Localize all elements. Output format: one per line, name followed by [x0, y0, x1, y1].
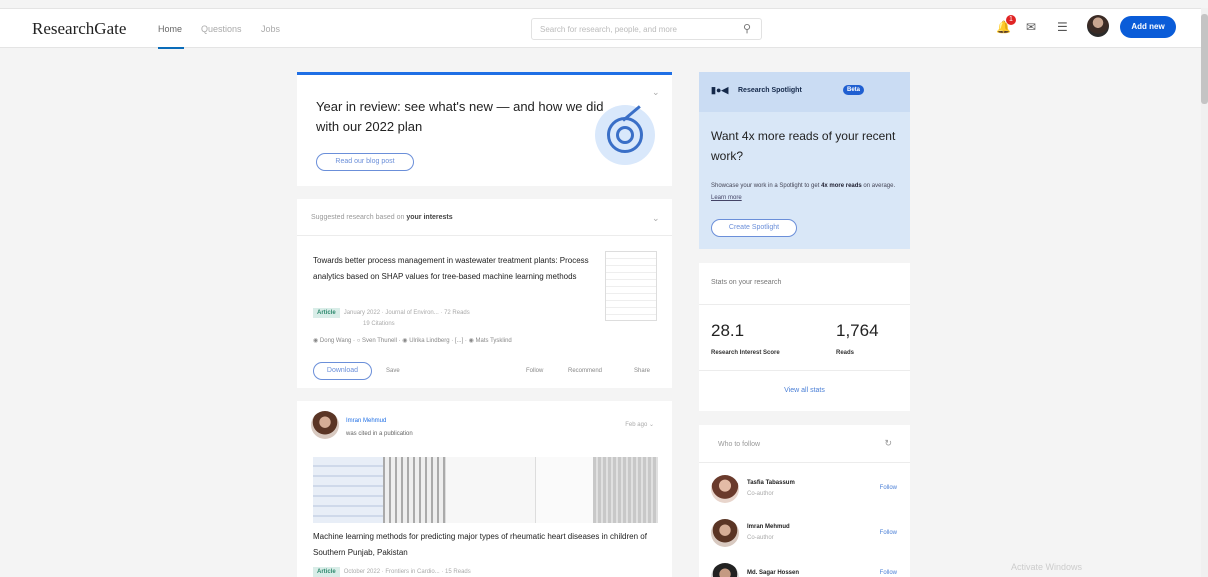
- stats-card: Stats on your research 28.1 Research Int…: [699, 263, 910, 411]
- download-button[interactable]: Download: [313, 362, 372, 380]
- notification-badge: 1: [1006, 15, 1016, 25]
- paper-meta: Article January 2022 · Journal of Environ…: [313, 308, 470, 318]
- person-name[interactable]: Tasfia Tabassum: [747, 480, 795, 486]
- author-icon: ◉: [402, 338, 408, 344]
- mail-icon[interactable]: ✉: [1026, 20, 1036, 34]
- nav-jobs[interactable]: Jobs: [261, 24, 280, 34]
- chat-icon[interactable]: ☰: [1057, 20, 1068, 34]
- activate-windows-watermark: Activate Windows: [1011, 562, 1083, 572]
- author-icon: ◉: [468, 338, 474, 344]
- feed-paper-meta: Article October 2022 · Frontiers in Cardi…: [313, 567, 471, 577]
- spotlight-logo-icon: ▮●◀: [711, 85, 729, 95]
- research-spotlight-card: ▮●◀ Research Spotlight Beta Want 4x more…: [699, 72, 910, 249]
- person-avatar[interactable]: [711, 475, 739, 503]
- read-blog-button[interactable]: Read our blog post: [316, 153, 414, 171]
- reads-label: Reads: [836, 350, 855, 356]
- follow-person-button[interactable]: Follow: [880, 530, 897, 536]
- share-button[interactable]: Share: [634, 368, 650, 374]
- create-spotlight-button[interactable]: Create Spotlight: [711, 219, 797, 237]
- save-button[interactable]: Save: [386, 368, 400, 374]
- article-tag: Article: [313, 308, 340, 318]
- paper-authors: ◉ Dong Wang · ○ Sven Thunell · ◉ Ulrika …: [313, 338, 512, 344]
- learn-more-link[interactable]: Learn more: [711, 195, 742, 201]
- scrollbar-thumb[interactable]: [1201, 14, 1208, 104]
- suggested-heading: Suggested research based on your interes…: [311, 214, 453, 221]
- target-icon: [595, 105, 655, 165]
- active-nav-indicator: [158, 47, 184, 49]
- person-avatar[interactable]: [711, 563, 739, 577]
- beta-badge: Beta: [843, 85, 865, 95]
- spotlight-headline: Want 4x more reads of your recent work?: [711, 129, 896, 163]
- spotlight-description: Showcase your work in a Spotlight to get…: [711, 183, 896, 201]
- author-icon: ○: [356, 338, 361, 344]
- recommend-button[interactable]: Recommend: [568, 368, 602, 374]
- search-input[interactable]: Search for research, people, and more ⚲: [531, 18, 762, 40]
- research-interest-score-value: 28.1: [711, 321, 745, 340]
- person-name[interactable]: Md. Sagar Hossen: [747, 570, 799, 576]
- follow-person-button[interactable]: Follow: [880, 485, 897, 491]
- search-icon[interactable]: ⚲: [743, 22, 751, 35]
- person-role: Co-author: [747, 535, 774, 541]
- author-name[interactable]: Imran Mehmud: [346, 418, 386, 424]
- divider: [699, 462, 910, 463]
- figure-preview-strip[interactable]: [313, 457, 658, 523]
- article-tag: Article: [313, 567, 340, 577]
- divider: [699, 370, 910, 371]
- top-navigation-bar: ResearchGate Home Questions Jobs Search …: [0, 8, 1208, 49]
- divider: [297, 235, 672, 236]
- year-in-review-title: Year in review: see what's new — and how…: [316, 99, 604, 134]
- chevron-down-icon[interactable]: ⌄: [652, 87, 660, 98]
- paper-citations: 19 Citations: [363, 321, 395, 327]
- feed-time: Feb ago ⌄: [625, 422, 654, 428]
- author-avatar[interactable]: [311, 411, 339, 439]
- feed-item-card: Imran Mehmud was cited in a publication …: [297, 401, 672, 577]
- reads-value: 1,764: [836, 321, 879, 340]
- person-avatar[interactable]: [711, 519, 739, 547]
- person-name[interactable]: Imran Mehmud: [747, 524, 790, 530]
- nav-questions[interactable]: Questions: [201, 24, 242, 34]
- view-all-stats-link[interactable]: View all stats: [699, 387, 910, 394]
- chevron-down-icon[interactable]: ⌄: [652, 213, 660, 224]
- author-icon: ◉: [313, 338, 319, 344]
- suggested-research-card: Suggested research based on your interes…: [297, 199, 672, 388]
- follow-person-button[interactable]: Follow: [880, 570, 897, 576]
- search-placeholder: Search for research, people, and more: [540, 25, 677, 34]
- user-avatar[interactable]: [1087, 15, 1109, 37]
- person-role: Co-author: [747, 491, 774, 497]
- paper-thumbnail[interactable]: [605, 251, 657, 321]
- nav-home[interactable]: Home: [158, 24, 182, 34]
- feed-paper-title[interactable]: Machine learning methods for predicting …: [313, 529, 653, 561]
- paper-title[interactable]: Towards better process management in was…: [313, 253, 598, 285]
- year-in-review-card: Year in review: see what's new — and how…: [297, 72, 672, 186]
- spotlight-title: Research Spotlight: [738, 87, 802, 94]
- who-to-follow-heading: Who to follow: [718, 441, 761, 448]
- divider: [699, 304, 910, 305]
- who-to-follow-card: Who to follow ↻ Tasfia Tabassum Co-autho…: [699, 425, 910, 577]
- researchgate-logo[interactable]: ResearchGate: [32, 19, 126, 39]
- follow-button[interactable]: Follow: [526, 368, 543, 374]
- stats-heading: Stats on your research: [711, 279, 782, 286]
- research-interest-score-label: Research Interest Score: [711, 350, 780, 356]
- add-new-button[interactable]: Add new: [1120, 16, 1176, 38]
- refresh-icon[interactable]: ↻: [884, 438, 892, 449]
- feed-action-text: was cited in a publication: [346, 431, 413, 437]
- spotlight-header: ▮●◀ Research Spotlight Beta: [699, 72, 910, 112]
